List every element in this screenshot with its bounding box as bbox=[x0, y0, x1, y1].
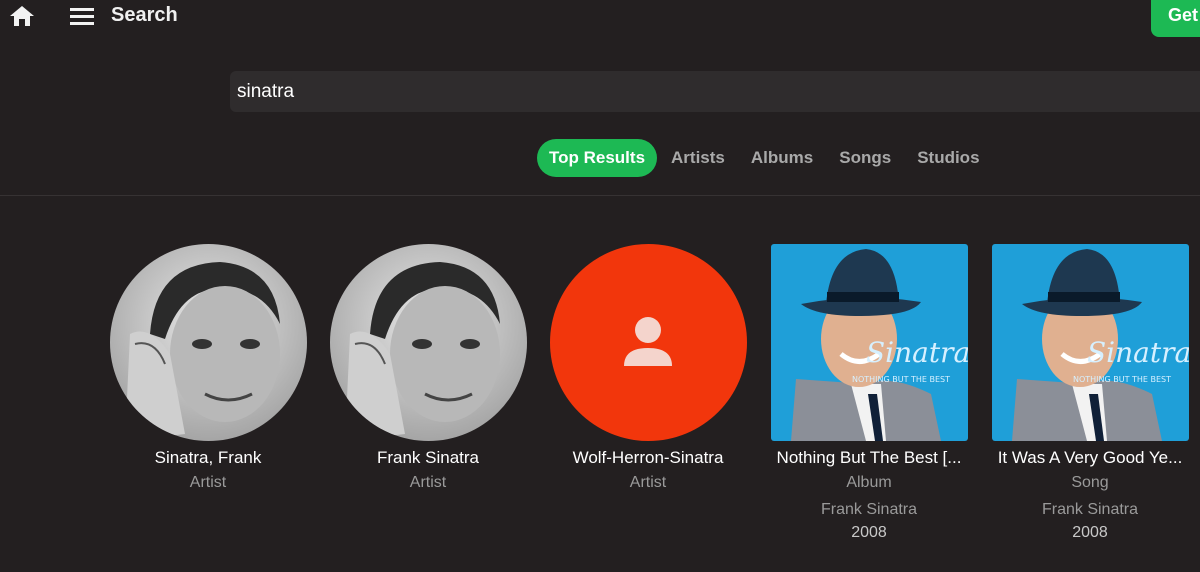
result-type: Artist bbox=[629, 474, 667, 491]
cover-text-tagline: NOTHING BUT THE BEST bbox=[1072, 375, 1170, 384]
cover-text-name: Sinatra bbox=[1087, 336, 1189, 369]
tab-artists[interactable]: Artists bbox=[671, 139, 725, 177]
result-type: Album bbox=[846, 474, 892, 491]
result-card-album[interactable]: Sinatra NOTHING BUT THE BEST Nothing But… bbox=[759, 244, 979, 543]
result-card-artist[interactable]: Wolf-Herron-Sinatra Artist bbox=[538, 244, 758, 496]
result-title: It Was A Very Good Ye... bbox=[997, 448, 1183, 467]
result-type: Song bbox=[1071, 474, 1109, 491]
home-button[interactable] bbox=[8, 3, 36, 29]
result-title: Nothing But The Best [... bbox=[776, 448, 962, 467]
page-title: Search bbox=[111, 4, 178, 26]
tab-songs[interactable]: Songs bbox=[839, 139, 891, 177]
get-button[interactable]: Get bbox=[1151, 0, 1200, 37]
result-card-artist[interactable]: Frank Sinatra Artist bbox=[318, 244, 538, 496]
result-title: Frank Sinatra bbox=[376, 448, 480, 467]
tab-top-results[interactable]: Top Results bbox=[537, 139, 658, 177]
divider bbox=[0, 195, 1200, 196]
artist-photo bbox=[109, 244, 307, 441]
result-year: 2008 bbox=[1072, 524, 1108, 541]
tab-albums[interactable]: Albums bbox=[751, 139, 813, 177]
person-icon bbox=[623, 317, 672, 366]
cover-text-name: Sinatra bbox=[866, 336, 968, 369]
album-cover: Sinatra NOTHING BUT THE BEST bbox=[991, 244, 1189, 441]
result-card-artist[interactable]: Sinatra, Frank Artist bbox=[98, 244, 318, 496]
top-bar: Search Get bbox=[0, 0, 1200, 37]
result-title: Wolf-Herron-Sinatra bbox=[572, 448, 724, 467]
result-type: Artist bbox=[409, 474, 447, 491]
result-artist: Frank Sinatra bbox=[1041, 501, 1139, 518]
result-card-song[interactable]: Sinatra NOTHING BUT THE BEST It Was A Ve… bbox=[980, 244, 1200, 543]
result-tabs: Top Results Artists Albums Songs Studios bbox=[537, 139, 1006, 177]
hamburger-menu-icon bbox=[70, 8, 94, 25]
tab-studios[interactable]: Studios bbox=[917, 139, 979, 177]
home-icon bbox=[10, 6, 34, 26]
result-type: Artist bbox=[189, 474, 227, 491]
result-artist: Frank Sinatra bbox=[820, 501, 918, 518]
artist-placeholder-avatar bbox=[549, 244, 747, 441]
search-input[interactable] bbox=[230, 71, 1200, 112]
result-title: Sinatra, Frank bbox=[154, 448, 262, 467]
cover-text-tagline: NOTHING BUT THE BEST bbox=[851, 375, 949, 384]
artist-photo bbox=[329, 244, 527, 441]
album-cover: Sinatra NOTHING BUT THE BEST bbox=[770, 244, 968, 441]
result-year: 2008 bbox=[851, 524, 887, 541]
menu-button[interactable] bbox=[68, 5, 96, 27]
